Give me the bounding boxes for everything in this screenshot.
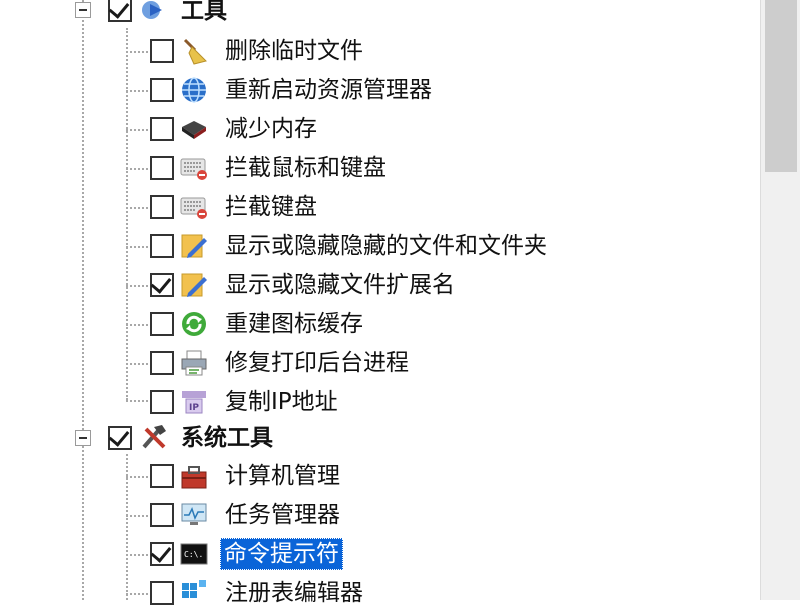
tree-item-label: 修复打印后台进程 (225, 350, 409, 376)
keyboard-block-icon (180, 158, 207, 180)
tree-item-label: 重新启动资源管理器 (225, 77, 432, 103)
item-checkbox[interactable] (150, 156, 174, 180)
item-checkbox[interactable] (150, 117, 174, 141)
item-checkbox[interactable] (150, 78, 174, 102)
tree-line (126, 363, 148, 365)
tree-line (126, 28, 128, 400)
globe-icon (182, 77, 206, 103)
tree-line (126, 285, 148, 287)
tree-node-label: 工具 (181, 0, 227, 24)
tree-item-label: 显示或隐藏文件扩展名 (225, 272, 455, 298)
tree-item-label: 计算机管理 (225, 463, 340, 489)
item-checkbox[interactable] (150, 390, 174, 414)
item-checkbox[interactable] (150, 541, 174, 566)
tree-line (82, 446, 84, 600)
tree-line (126, 554, 148, 556)
collapse-toggle[interactable] (75, 2, 91, 18)
tree-line (126, 168, 148, 170)
tree-item-label: 减少内存 (225, 116, 317, 142)
edit-file-icon (181, 273, 207, 297)
tree-line (126, 476, 148, 478)
tree-item-label: 注册表编辑器 (225, 580, 363, 606)
item-checkbox[interactable] (150, 234, 174, 258)
vertical-scrollbar[interactable] (760, 0, 800, 600)
collapse-toggle[interactable] (75, 430, 91, 446)
svg-text:IP: IP (189, 403, 199, 413)
item-checkbox[interactable] (150, 39, 174, 63)
tree-line (126, 207, 148, 209)
scrollbar-thumb[interactable] (765, 0, 797, 172)
item-checkbox[interactable] (150, 464, 174, 488)
tree-line (82, 0, 84, 430)
tree-item-label: 复制IP地址 (225, 389, 338, 415)
system-tools-checkbox[interactable] (108, 425, 132, 450)
tree-item-label: 重建图标缓存 (225, 311, 363, 337)
tree-item-label: 命令提示符 (220, 538, 343, 570)
tree-item-label: 显示或隐藏隐藏的文件和文件夹 (225, 233, 547, 259)
tree-item-label: 拦截鼠标和键盘 (225, 155, 386, 181)
tree-view: 工具 删除临时文件 重新启动资源管理器 减少内存 拦截鼠标和键盘 拦截键盘 显示… (0, 0, 760, 606)
ip-address-icon: IP (182, 391, 206, 414)
tree-line (126, 593, 148, 595)
item-checkbox[interactable] (150, 351, 174, 375)
tree-item-label: 删除临时文件 (225, 38, 363, 64)
arrow-icon (142, 1, 162, 19)
tree-line (126, 246, 148, 248)
tree-item-label: 拦截键盘 (225, 194, 317, 220)
item-checkbox[interactable] (150, 272, 174, 297)
item-checkbox[interactable] (150, 312, 174, 336)
tree-line (126, 90, 148, 92)
keyboard-block-icon (180, 197, 207, 219)
printer-icon (181, 350, 207, 376)
registry-icon (182, 580, 206, 598)
monitor-icon (181, 503, 207, 525)
edit-file-icon (181, 234, 207, 258)
tree-item-label: 任务管理器 (225, 502, 340, 528)
item-checkbox[interactable] (150, 581, 174, 605)
toolbox-icon (181, 466, 207, 489)
tools-icon (142, 425, 166, 449)
svg-text:C:\.: C:\. (184, 550, 203, 559)
tree-line (126, 400, 148, 402)
tree-node-label: 系统工具 (181, 425, 273, 451)
tree-line (126, 324, 148, 326)
tree-line (126, 129, 148, 131)
tools-checkbox[interactable] (108, 0, 132, 22)
command-prompt-icon: C:\. (180, 543, 208, 565)
tree-line (126, 515, 148, 517)
broom-icon (183, 38, 207, 65)
item-checkbox[interactable] (150, 195, 174, 219)
tree-line (126, 51, 148, 53)
item-checkbox[interactable] (150, 503, 174, 527)
memory-chip-icon (182, 121, 206, 139)
refresh-icon (182, 312, 206, 336)
